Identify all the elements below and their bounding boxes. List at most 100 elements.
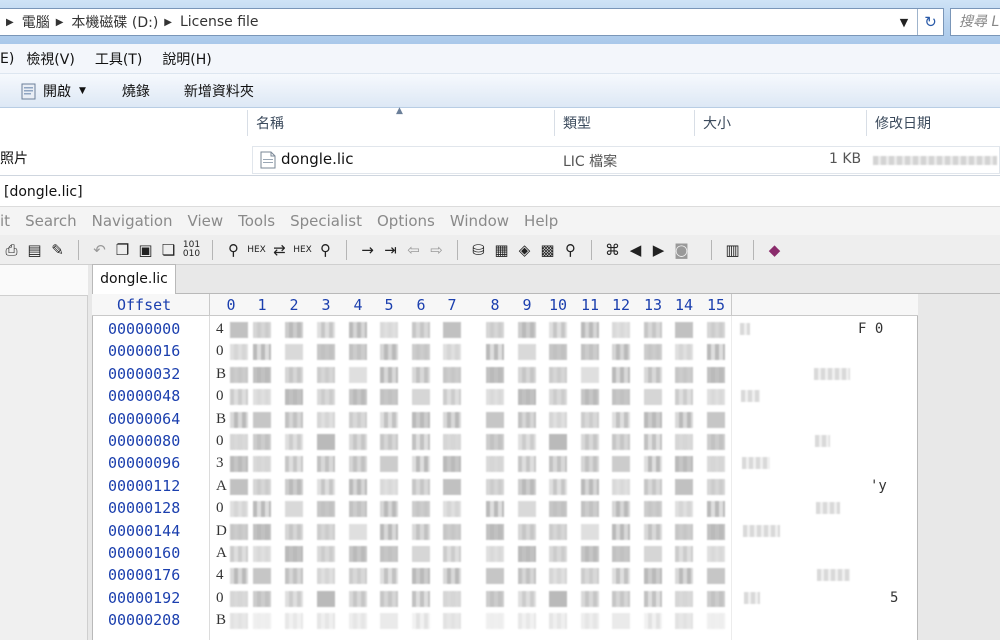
hex-byte-redacted[interactable] <box>380 590 398 607</box>
hex-byte-redacted[interactable] <box>253 411 271 428</box>
back-icon[interactable]: ⇦ <box>402 241 425 259</box>
next-icon[interactable]: ▶ <box>647 241 670 259</box>
hex-byte-redacted[interactable] <box>612 523 630 540</box>
hex-byte-redacted[interactable] <box>412 613 430 630</box>
hex-byte-redacted[interactable] <box>612 568 630 585</box>
hex-byte-redacted[interactable] <box>581 389 599 406</box>
hex-byte-redacted[interactable] <box>549 434 567 450</box>
ram-editor-icon[interactable]: ▦ <box>490 241 513 259</box>
copy-icon[interactable]: ❐ <box>111 241 134 259</box>
menu-item-tools[interactable]: 工具(T) <box>95 49 142 69</box>
hex-byte-redacted[interactable] <box>707 434 725 450</box>
hex-byte-redacted[interactable] <box>253 546 271 562</box>
hex-byte-redacted[interactable] <box>675 411 693 428</box>
hex-byte-redacted[interactable] <box>675 568 693 585</box>
replace-hex-icon[interactable]: HEX <box>291 245 314 255</box>
hex-byte-redacted[interactable] <box>380 322 398 338</box>
hex-byte-redacted[interactable] <box>486 568 504 585</box>
hex-byte-redacted[interactable] <box>285 501 303 518</box>
hex-byte-redacted[interactable] <box>675 523 693 540</box>
hex-byte-redacted[interactable] <box>644 389 662 406</box>
hex-byte-redacted[interactable] <box>581 613 599 630</box>
hex-byte-redacted[interactable] <box>349 546 367 562</box>
hex-byte-redacted[interactable] <box>349 389 367 406</box>
hex-byte-redacted[interactable] <box>549 546 567 562</box>
hex-byte-redacted[interactable] <box>412 456 430 473</box>
hex-byte-redacted[interactable] <box>675 590 693 607</box>
hex-byte-redacted[interactable] <box>317 344 335 361</box>
hex-byte-redacted[interactable] <box>707 478 725 495</box>
hex-byte-redacted[interactable] <box>380 613 398 630</box>
hex-byte-redacted[interactable] <box>549 478 567 495</box>
hex-byte-redacted[interactable] <box>581 523 599 540</box>
hex-byte-redacted[interactable] <box>707 322 725 338</box>
hex-byte-redacted[interactable] <box>230 389 248 406</box>
hex-byte-redacted[interactable] <box>644 546 662 562</box>
print-icon[interactable]: ⎙ <box>0 241 23 259</box>
hex-byte-redacted[interactable] <box>644 434 662 450</box>
hex-byte-redacted[interactable] <box>412 411 430 428</box>
nav-item-pictures[interactable]: 照片 <box>0 148 28 168</box>
hex-byte-redacted[interactable] <box>675 546 693 562</box>
hex-byte-redacted[interactable] <box>285 568 303 585</box>
hex-byte-redacted[interactable] <box>612 434 630 450</box>
hex-byte-redacted[interactable] <box>486 411 504 428</box>
new-folder-button[interactable]: 新增資料夾 <box>184 81 254 101</box>
script-icon[interactable]: ⌘ <box>601 241 624 259</box>
hex-byte-redacted[interactable] <box>707 523 725 540</box>
breadcrumb-item-folder[interactable]: License file <box>180 14 259 30</box>
hex-byte-redacted[interactable] <box>443 366 461 383</box>
refresh-icon[interactable]: ↻ <box>917 9 943 35</box>
hex-byte-redacted[interactable] <box>644 590 662 607</box>
column-header-modified[interactable]: 修改日期 <box>875 113 931 135</box>
menu-item-view[interactable]: 檢視(V) <box>26 49 75 69</box>
edit-file-icon[interactable]: ✎ <box>46 241 69 259</box>
hex-byte-redacted[interactable] <box>549 366 567 383</box>
hex-byte-redacted[interactable] <box>285 389 303 406</box>
hex-byte-redacted[interactable] <box>285 366 303 383</box>
replace-text-icon[interactable]: ⇄ <box>268 241 291 259</box>
hex-byte-redacted[interactable] <box>317 478 335 495</box>
hex-byte-redacted[interactable] <box>581 546 599 562</box>
hex-byte-redacted[interactable] <box>253 523 271 540</box>
hex-byte-redacted[interactable] <box>230 523 248 540</box>
hex-byte-redacted[interactable] <box>612 590 630 607</box>
hex-byte-redacted[interactable] <box>486 434 504 450</box>
hex-byte-redacted[interactable] <box>707 568 725 585</box>
binary-convert-icon[interactable]: 101 010 <box>180 240 203 259</box>
hex-byte-redacted[interactable] <box>349 478 367 495</box>
hex-byte-redacted[interactable] <box>349 456 367 473</box>
breadcrumb-item-computer[interactable]: 電腦 <box>22 12 50 32</box>
hex-byte-redacted[interactable] <box>675 501 693 518</box>
hex-byte-redacted[interactable] <box>486 523 504 540</box>
hex-byte-redacted[interactable] <box>412 434 430 450</box>
hex-byte-redacted[interactable] <box>412 568 430 585</box>
hex-byte-redacted[interactable] <box>612 501 630 518</box>
hex-byte-redacted[interactable] <box>675 434 693 450</box>
hex-byte-redacted[interactable] <box>486 366 504 383</box>
hex-byte-redacted[interactable] <box>317 456 335 473</box>
hex-byte-redacted[interactable] <box>675 389 693 406</box>
find-next-icon[interactable]: ⚲ <box>314 241 337 259</box>
hex-byte-redacted[interactable] <box>486 613 504 630</box>
help-book-icon[interactable]: ◆ <box>763 241 786 259</box>
goto-sector-icon[interactable]: ⇥ <box>379 241 402 259</box>
hex-byte-redacted[interactable] <box>380 344 398 361</box>
breadcrumb-chevron-icon[interactable]: ▶ <box>164 17 172 28</box>
hex-byte-redacted[interactable] <box>644 456 662 473</box>
hex-byte-redacted[interactable] <box>549 344 567 361</box>
hex-byte-redacted[interactable] <box>230 546 248 562</box>
hex-byte-redacted[interactable] <box>518 568 536 585</box>
hex-byte-redacted[interactable] <box>230 411 248 428</box>
hex-byte-redacted[interactable] <box>349 322 367 338</box>
hex-byte-redacted[interactable] <box>644 322 662 338</box>
breadcrumb[interactable]: ▶ 電腦 ▶ 本機磁碟 (D:) ▶ License file <box>0 8 944 36</box>
hex-byte-redacted[interactable] <box>349 501 367 518</box>
hex-byte-redacted[interactable] <box>486 590 504 607</box>
hex-byte-redacted[interactable] <box>675 613 693 630</box>
hex-byte-redacted[interactable] <box>549 389 567 406</box>
hex-byte-redacted[interactable] <box>380 478 398 495</box>
camera-icon[interactable]: ◙ <box>670 241 693 259</box>
column-header-name[interactable]: 名稱 <box>256 113 284 135</box>
hex-byte-redacted[interactable] <box>380 568 398 585</box>
